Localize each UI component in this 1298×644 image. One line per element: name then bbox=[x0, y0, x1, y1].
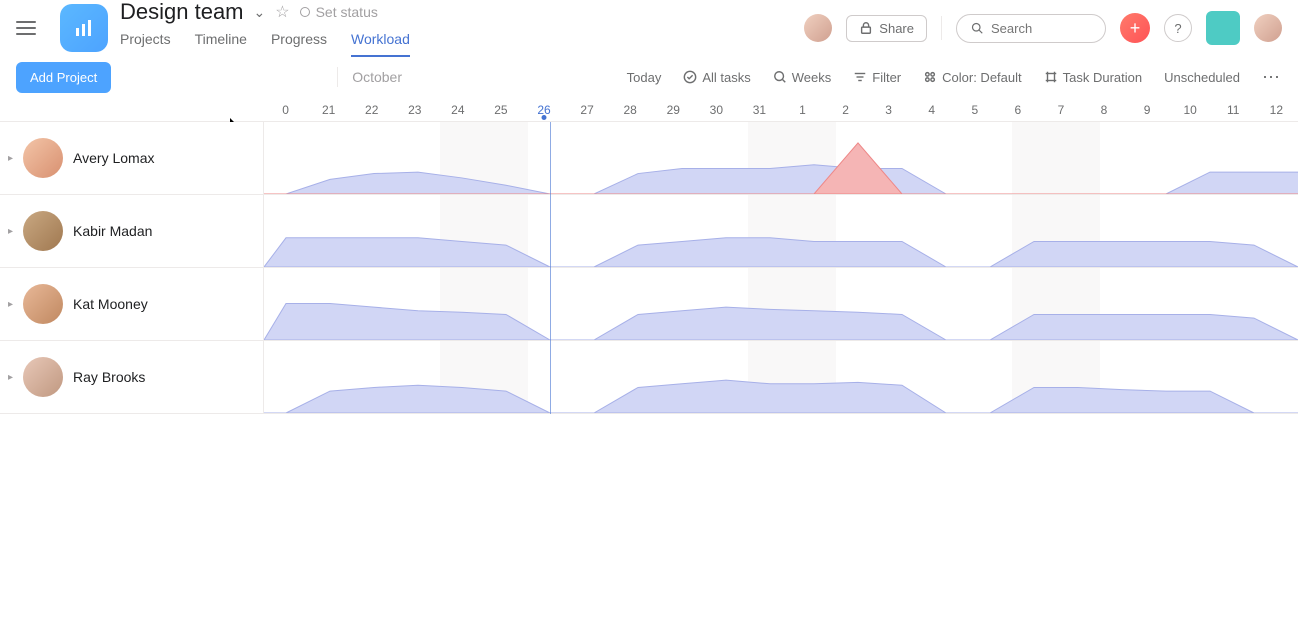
date-cell: 0 bbox=[264, 103, 307, 117]
hamburger-menu-icon[interactable] bbox=[16, 21, 36, 35]
user-row: ▸ Kat Mooney bbox=[0, 268, 1298, 341]
add-project-button[interactable]: Add Project bbox=[16, 62, 111, 93]
divider bbox=[941, 16, 942, 40]
filter-button[interactable]: Filter bbox=[853, 70, 901, 85]
share-button[interactable]: Share bbox=[846, 15, 927, 42]
more-actions-button[interactable]: ⋯ bbox=[1262, 67, 1282, 88]
month-label: October bbox=[352, 69, 402, 85]
date-cell: 22 bbox=[350, 103, 393, 117]
set-status-button[interactable]: Set status bbox=[300, 4, 378, 20]
member-avatar[interactable] bbox=[804, 14, 832, 42]
today-button[interactable]: Today bbox=[627, 70, 662, 85]
user-name: Avery Lomax bbox=[73, 150, 154, 166]
user-row: ▸ Avery Lomax bbox=[0, 122, 1298, 195]
date-cell: 21 bbox=[307, 103, 350, 117]
search-icon bbox=[971, 21, 983, 35]
palette-icon bbox=[923, 70, 937, 84]
user-avatar[interactable] bbox=[23, 284, 63, 324]
unscheduled-button[interactable]: Unscheduled bbox=[1164, 70, 1240, 85]
tab-projects[interactable]: Projects bbox=[120, 31, 171, 57]
tab-progress[interactable]: Progress bbox=[271, 31, 327, 57]
date-cell: 3 bbox=[867, 103, 910, 117]
lock-icon bbox=[859, 21, 873, 35]
date-cell: 31 bbox=[738, 103, 781, 117]
check-circle-icon bbox=[683, 70, 697, 84]
date-cell: 25 bbox=[479, 103, 522, 117]
user-name: Kabir Madan bbox=[73, 223, 152, 239]
tab-workload[interactable]: Workload bbox=[351, 31, 410, 57]
task-duration-button[interactable]: Task Duration bbox=[1044, 70, 1142, 85]
divider bbox=[337, 67, 338, 87]
expand-caret-icon[interactable]: ▸ bbox=[8, 153, 13, 164]
workload-chart bbox=[264, 122, 1298, 194]
date-cell: 6 bbox=[996, 103, 1039, 117]
all-tasks-filter[interactable]: All tasks bbox=[683, 70, 750, 85]
workload-chart bbox=[264, 341, 1298, 413]
date-cell: 2 bbox=[824, 103, 867, 117]
date-cell: 23 bbox=[393, 103, 436, 117]
help-button[interactable]: ? bbox=[1164, 14, 1192, 42]
date-cell: 5 bbox=[953, 103, 996, 117]
date-cell: 28 bbox=[609, 103, 652, 117]
date-cell: 9 bbox=[1126, 103, 1169, 117]
date-cell: 11 bbox=[1212, 103, 1255, 117]
workspace-tile[interactable] bbox=[1206, 11, 1240, 45]
workload-chart bbox=[264, 195, 1298, 267]
user-row: ▸ Ray Brooks bbox=[0, 341, 1298, 414]
date-cell: 29 bbox=[652, 103, 695, 117]
date-header: 02122232425262728293031123456789101112 bbox=[0, 98, 1298, 122]
date-cell: 7 bbox=[1039, 103, 1082, 117]
global-add-button[interactable]: + bbox=[1120, 13, 1150, 43]
page-title: Design team bbox=[120, 0, 244, 25]
user-avatar[interactable] bbox=[23, 357, 63, 397]
date-cell: 10 bbox=[1169, 103, 1212, 117]
user-avatar[interactable] bbox=[23, 211, 63, 251]
workload-chart bbox=[264, 268, 1298, 340]
zoom-icon bbox=[773, 70, 787, 84]
color-button[interactable]: Color: Default bbox=[923, 70, 1021, 85]
tab-timeline[interactable]: Timeline bbox=[195, 31, 247, 57]
share-label: Share bbox=[879, 21, 914, 36]
expand-caret-icon[interactable]: ▸ bbox=[8, 226, 13, 237]
user-row: ▸ Kabir Madan bbox=[0, 195, 1298, 268]
date-cell: 27 bbox=[566, 103, 609, 117]
project-icon bbox=[60, 4, 108, 52]
status-label: Set status bbox=[316, 4, 378, 20]
user-avatar[interactable] bbox=[23, 138, 63, 178]
zoom-weeks-button[interactable]: Weeks bbox=[773, 70, 832, 85]
user-name: Kat Mooney bbox=[73, 296, 148, 312]
search-box[interactable] bbox=[956, 14, 1106, 43]
user-name: Ray Brooks bbox=[73, 369, 145, 385]
date-cell: 24 bbox=[436, 103, 479, 117]
date-cell: 8 bbox=[1082, 103, 1125, 117]
date-cell: 4 bbox=[910, 103, 953, 117]
today-indicator-line bbox=[550, 122, 551, 414]
title-dropdown-icon[interactable]: ⌄ bbox=[254, 4, 266, 21]
user-avatar[interactable] bbox=[1254, 14, 1282, 42]
date-cell: 12 bbox=[1255, 103, 1298, 117]
date-cell: 1 bbox=[781, 103, 824, 117]
grid-icon bbox=[1044, 70, 1058, 84]
date-cell: 30 bbox=[695, 103, 738, 117]
date-cell: 26 bbox=[522, 103, 565, 117]
favorite-star-icon[interactable]: ☆ bbox=[275, 2, 289, 22]
expand-caret-icon[interactable]: ▸ bbox=[8, 299, 13, 310]
search-input[interactable] bbox=[991, 21, 1091, 36]
expand-caret-icon[interactable]: ▸ bbox=[8, 372, 13, 383]
filter-icon bbox=[853, 70, 867, 84]
